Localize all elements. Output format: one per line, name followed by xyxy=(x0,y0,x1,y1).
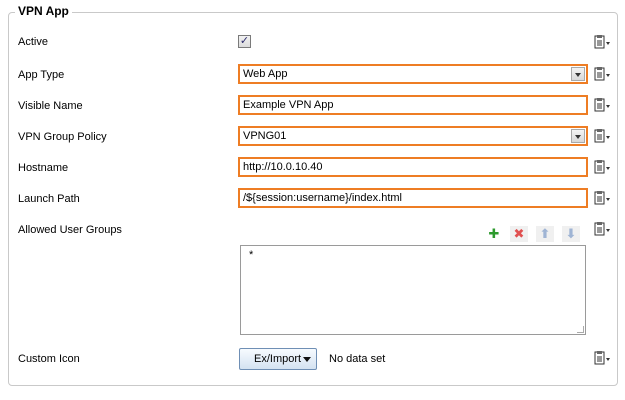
row-visible-name: Visible Name Example VPN App xyxy=(0,95,625,119)
row-vpn-group-policy: VPN Group Policy VPNG01 xyxy=(0,126,625,150)
vpn-group-policy-label: VPN Group Policy xyxy=(18,131,107,143)
chevron-down-icon[interactable] xyxy=(571,129,585,143)
app-type-label: App Type xyxy=(18,69,65,81)
field-menu-icon[interactable] xyxy=(594,128,611,144)
row-launch-path: Launch Path /${session:username}/index.h… xyxy=(0,188,625,212)
row-allowed-user-groups: Allowed User Groups xyxy=(0,219,625,243)
hostname-value: http://10.0.10.40 xyxy=(243,161,323,173)
vpn-group-policy-value: VPNG01 xyxy=(243,130,287,142)
field-menu-icon[interactable] xyxy=(594,34,611,50)
visible-name-input[interactable]: Example VPN App xyxy=(238,95,588,115)
custom-icon-label: Custom Icon xyxy=(18,353,80,365)
resize-grip-icon[interactable] xyxy=(577,326,584,333)
launch-path-value: /${session:username}/index.html xyxy=(243,192,402,204)
allowed-user-groups-label: Allowed User Groups xyxy=(18,224,122,236)
visible-name-value: Example VPN App xyxy=(243,99,334,111)
visible-name-label: Visible Name xyxy=(18,100,83,112)
vpn-group-policy-select[interactable]: VPNG01 xyxy=(238,126,588,146)
field-menu-icon[interactable] xyxy=(594,66,611,82)
active-label: Active xyxy=(18,36,48,48)
custom-icon-status: No data set xyxy=(329,353,386,365)
chevron-down-icon xyxy=(303,357,311,362)
ex-import-button[interactable]: Ex/Import xyxy=(239,348,317,370)
field-menu-icon[interactable] xyxy=(594,159,611,175)
hostname-input[interactable]: http://10.0.10.40 xyxy=(238,157,588,177)
delete-icon[interactable]: ✖ xyxy=(510,226,528,242)
hostname-label: Hostname xyxy=(18,162,69,174)
add-icon[interactable]: ✚ xyxy=(485,226,503,242)
panel-title: VPN App xyxy=(15,4,72,18)
field-menu-icon[interactable] xyxy=(594,97,611,113)
app-type-value: Web App xyxy=(243,68,288,80)
field-menu-icon[interactable] xyxy=(594,350,611,366)
move-down-icon[interactable]: ⬇ xyxy=(562,226,580,242)
move-up-icon[interactable]: ⬆ xyxy=(536,226,554,242)
launch-path-label: Launch Path xyxy=(18,193,80,205)
active-checkbox[interactable]: ✓ xyxy=(238,35,251,48)
allowed-user-groups-list[interactable]: * xyxy=(240,245,586,335)
field-menu-icon[interactable] xyxy=(594,221,611,237)
chevron-down-icon[interactable] xyxy=(571,67,585,81)
row-active: Active ✓ xyxy=(0,35,625,59)
list-item[interactable]: * xyxy=(249,249,253,261)
field-menu-icon[interactable] xyxy=(594,190,611,206)
launch-path-input[interactable]: /${session:username}/index.html xyxy=(238,188,588,208)
ex-import-label: Ex/Import xyxy=(254,353,302,365)
app-type-select[interactable]: Web App xyxy=(238,64,588,84)
row-hostname: Hostname http://10.0.10.40 xyxy=(0,157,625,181)
row-app-type: App Type Web App xyxy=(0,64,625,88)
